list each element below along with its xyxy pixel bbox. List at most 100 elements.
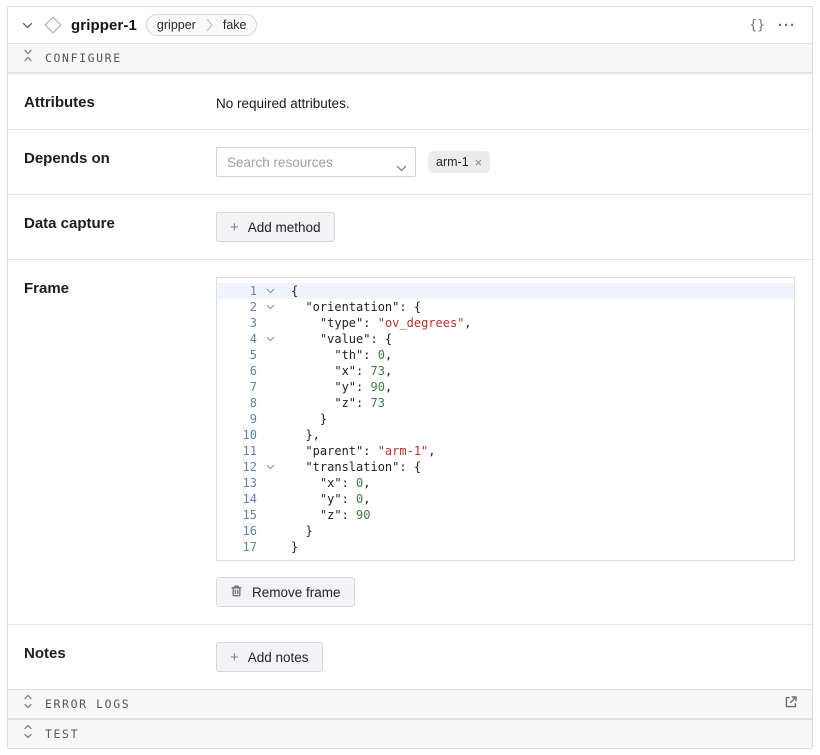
- dependency-tag-label: arm-1: [436, 155, 469, 169]
- notes-row: Notes + Add notes: [8, 624, 812, 689]
- line-number: 12: [217, 459, 257, 475]
- line-number: 10: [217, 427, 257, 443]
- editor-line[interactable]: 15 "z": 90: [217, 507, 794, 523]
- line-number: 2: [217, 299, 257, 315]
- line-number: 14: [217, 491, 257, 507]
- depends-on-row: Depends on arm-1 ×: [8, 129, 812, 194]
- code-text: }: [283, 539, 298, 555]
- plus-icon: +: [230, 650, 239, 665]
- editor-line[interactable]: 9 }: [217, 411, 794, 427]
- editor-line[interactable]: 8 "z": 73: [217, 395, 794, 411]
- code-text: "type": "ov_degrees",: [283, 315, 472, 331]
- gripper-resource-icon: [45, 17, 62, 34]
- line-number: 17: [217, 539, 257, 555]
- editor-line[interactable]: 12 "translation": {: [217, 459, 794, 475]
- expand-section-icon: [22, 724, 34, 744]
- configure-section-bar[interactable]: CONFIGURE: [8, 43, 812, 73]
- depends-on-search-box: [216, 147, 416, 177]
- badge-model-label: fake: [213, 15, 257, 35]
- editor-line[interactable]: 13 "x": 0,: [217, 475, 794, 491]
- fold-chevron-icon[interactable]: [257, 336, 283, 342]
- configure-section-label: CONFIGURE: [45, 51, 122, 65]
- line-number: 7: [217, 379, 257, 395]
- fold-chevron-icon[interactable]: [257, 288, 283, 294]
- resource-header: gripper-1 gripper fake {} ···: [8, 7, 812, 43]
- code-text: "parent": "arm-1",: [283, 443, 436, 459]
- code-text: "translation": {: [283, 459, 421, 475]
- editor-line[interactable]: 4 "value": {: [217, 331, 794, 347]
- remove-frame-button[interactable]: Remove frame: [216, 577, 355, 607]
- code-text: "z": 90: [283, 507, 371, 523]
- data-capture-label: Data capture: [24, 212, 216, 232]
- remove-frame-button-label: Remove frame: [252, 585, 341, 600]
- editor-line[interactable]: 10 },: [217, 427, 794, 443]
- badge-separator-chevron-icon: [206, 18, 213, 32]
- editor-line[interactable]: 6 "x": 73,: [217, 363, 794, 379]
- code-text: {: [283, 283, 298, 299]
- resource-config-card: gripper-1 gripper fake {} ··· CONFIGURE …: [7, 6, 813, 749]
- depends-on-label: Depends on: [24, 147, 216, 167]
- test-section-bar[interactable]: TEST: [8, 719, 812, 748]
- line-number: 4: [217, 331, 257, 347]
- editor-line[interactable]: 5 "th": 0,: [217, 347, 794, 363]
- frame-json-editor[interactable]: 1{2 "orientation": {3 "type": "ov_degree…: [216, 277, 795, 561]
- code-text: },: [283, 427, 320, 443]
- remove-dependency-icon[interactable]: ×: [475, 156, 483, 169]
- error-logs-section-label: ERROR LOGS: [45, 697, 130, 711]
- code-text: "y": 0,: [283, 491, 371, 507]
- notes-label: Notes: [24, 642, 216, 662]
- json-mode-toggle-icon[interactable]: {}: [747, 16, 767, 35]
- open-logs-external-link-icon[interactable]: [784, 695, 798, 714]
- line-number: 5: [217, 347, 257, 363]
- badge-type-label: gripper: [147, 15, 206, 35]
- editor-line[interactable]: 14 "y": 0,: [217, 491, 794, 507]
- data-capture-row: Data capture + Add method: [8, 194, 812, 259]
- add-notes-button[interactable]: + Add notes: [216, 642, 323, 672]
- editor-line[interactable]: 11 "parent": "arm-1",: [217, 443, 794, 459]
- expand-section-icon: [22, 694, 34, 714]
- editor-line[interactable]: 16 }: [217, 523, 794, 539]
- code-text: "z": 73: [283, 395, 385, 411]
- editor-line[interactable]: 1{: [217, 283, 794, 299]
- frame-row: Frame 1{2 "orientation": {3 "type": "ov_…: [8, 259, 812, 624]
- code-text: "value": {: [283, 331, 392, 347]
- code-text: "y": 90,: [283, 379, 392, 395]
- line-number: 11: [217, 443, 257, 459]
- add-method-button[interactable]: + Add method: [216, 212, 335, 242]
- line-number: 8: [217, 395, 257, 411]
- line-number: 9: [217, 411, 257, 427]
- line-number: 16: [217, 523, 257, 539]
- code-text: }: [283, 523, 313, 539]
- add-method-button-label: Add method: [248, 220, 321, 235]
- line-number: 3: [217, 315, 257, 331]
- add-notes-button-label: Add notes: [248, 650, 309, 665]
- plus-icon: +: [230, 220, 239, 235]
- trash-icon: [230, 584, 243, 601]
- editor-line[interactable]: 3 "type": "ov_degrees",: [217, 315, 794, 331]
- depends-on-search-input[interactable]: [216, 147, 416, 177]
- line-number: 13: [217, 475, 257, 491]
- code-text: "th": 0,: [283, 347, 392, 363]
- line-number: 6: [217, 363, 257, 379]
- resource-title: gripper-1: [71, 17, 137, 34]
- code-text: }: [283, 411, 327, 427]
- fold-chevron-icon[interactable]: [257, 464, 283, 470]
- editor-line[interactable]: 2 "orientation": {: [217, 299, 794, 315]
- code-text: "x": 0,: [283, 475, 371, 491]
- fold-chevron-icon[interactable]: [257, 304, 283, 310]
- collapse-section-icon: [22, 49, 34, 67]
- code-text: "x": 73,: [283, 363, 392, 379]
- frame-label: Frame: [24, 277, 216, 297]
- error-logs-section-bar[interactable]: ERROR LOGS: [8, 689, 812, 719]
- line-number: 15: [217, 507, 257, 523]
- ellipsis-menu-icon[interactable]: ···: [776, 16, 798, 35]
- attributes-label: Attributes: [24, 91, 216, 111]
- editor-line[interactable]: 17}: [217, 539, 794, 555]
- attributes-value: No required attributes.: [216, 91, 796, 111]
- editor-line[interactable]: 7 "y": 90,: [217, 379, 794, 395]
- resource-type-badge: gripper fake: [146, 14, 258, 36]
- dependency-tag: arm-1 ×: [428, 151, 490, 173]
- line-number: 1: [217, 283, 257, 299]
- attributes-row: Attributes No required attributes.: [8, 73, 812, 129]
- collapse-card-chevron-icon[interactable]: [20, 20, 35, 31]
